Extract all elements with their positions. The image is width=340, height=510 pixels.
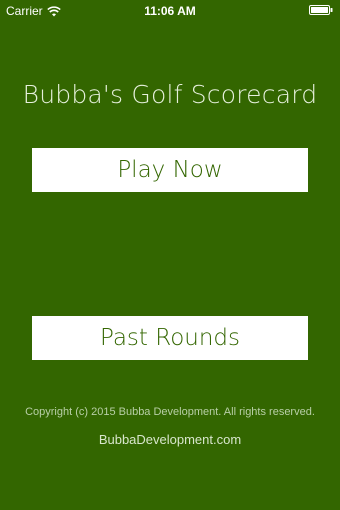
app-title: Bubba's Golf Scorecard	[22, 80, 318, 109]
website-link[interactable]: BubbaDevelopment.com	[0, 432, 340, 447]
status-time: 11:06 AM	[144, 4, 196, 18]
play-now-button[interactable]: Play Now	[32, 148, 308, 192]
battery-full-icon	[309, 5, 333, 15]
status-bar: Carrier 11:06 AM	[0, 0, 340, 22]
copyright-text: Copyright (c) 2015 Bubba Development. Al…	[25, 406, 315, 418]
past-rounds-button[interactable]: Past Rounds	[32, 316, 308, 360]
